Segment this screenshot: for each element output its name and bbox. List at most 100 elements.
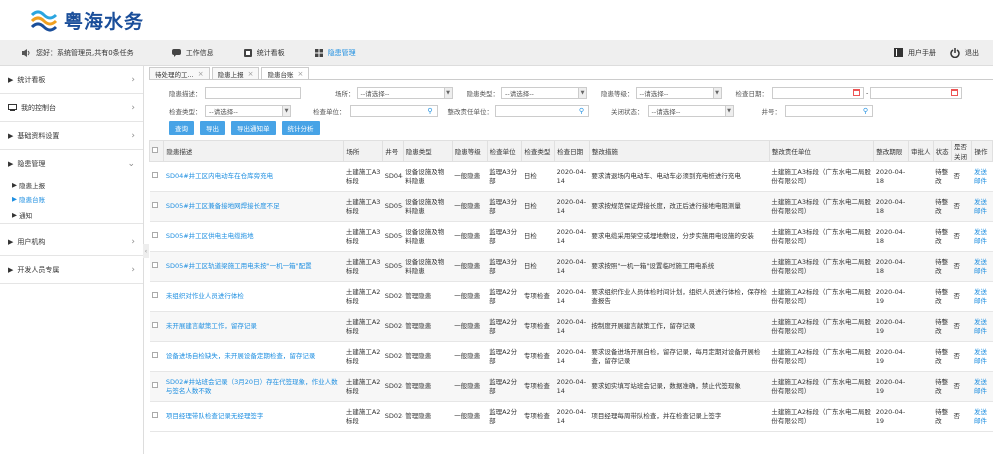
query-button[interactable]: 查询 (169, 121, 194, 135)
check-type-select[interactable]: --请选择-- ▼ (205, 105, 291, 117)
row-select[interactable] (149, 341, 164, 372)
checkbox[interactable] (151, 412, 158, 418)
hazard-desc-link[interactable]: 未开展建言献策工作，留存记录 (163, 311, 344, 342)
close-status-label: 关闭状态： (611, 108, 644, 116)
checkbox[interactable] (151, 292, 158, 298)
table-row[interactable]: SD05#井工区轨道梁施工用电未按"一机一箱"配置土建施工A3标段SD05#设备… (149, 251, 993, 282)
well-input[interactable]: ⚲ (785, 105, 873, 117)
hazard-mgmt-button[interactable]: 隐患管理 (314, 48, 356, 58)
date-end-input[interactable] (870, 87, 963, 99)
table-cell: 2020-04-14 (554, 161, 590, 192)
type-select[interactable]: --请选择-- ▼ (501, 87, 587, 99)
stats-analysis-button[interactable]: 统计分析 (281, 121, 320, 135)
tab-pending[interactable]: 待处理的工... × (149, 67, 210, 79)
search-icon[interactable]: ⚲ (579, 107, 584, 115)
check-unit-input[interactable]: ⚲ (349, 105, 438, 117)
send-mail-link[interactable]: 发送邮件 (971, 311, 993, 342)
calendar-icon[interactable] (951, 89, 959, 96)
row-select[interactable] (149, 161, 164, 192)
row-select[interactable] (149, 311, 164, 342)
hazard-desc-link[interactable]: 设备进场自检缺失，未开展设备定期检查，留存记录 (163, 341, 344, 372)
search-icon[interactable]: ⚲ (427, 107, 432, 115)
select-all-header[interactable] (148, 140, 165, 162)
close-icon[interactable]: × (248, 70, 254, 78)
level-select[interactable]: --请选择-- ▼ (635, 87, 722, 99)
hazard-desc-link[interactable]: 项目经理带队检查记录无经理签字 (163, 401, 344, 432)
stats-board-button[interactable]: 统计看板 (243, 48, 285, 58)
send-mail-link[interactable]: 发送邮件 (971, 161, 993, 192)
tab-hazard-report[interactable]: 隐患上报 × (211, 67, 260, 79)
table-cell: 监理A3分部 (487, 161, 522, 192)
hazard-desc-link[interactable]: SD04#井工区内电动车在仓库旁充电 (163, 161, 344, 192)
sidebar-collapse-button[interactable]: ‹ (143, 244, 149, 258)
send-mail-link[interactable]: 发送邮件 (971, 281, 993, 312)
checkbox[interactable] (151, 382, 158, 388)
table-row[interactable]: 未组织对作业人员进行体检土建施工A2标段SD02#管理隐患一般隐患监理A2分部专… (149, 281, 993, 312)
sidebar-item-dev[interactable]: ▶ 开发人员专属 › (0, 256, 143, 284)
table-row[interactable]: SD02#井站班会记录（3月20日）存在代签现象，作业人数与签名人数不致 土建施工… (149, 371, 993, 402)
table-row[interactable]: SD04#井工区内电动车在仓库旁充电土建施工A3标段SD04#设备设施及物料隐患… (149, 161, 993, 192)
sidebar-subitem-ledger[interactable]: ▶ 隐患台账 (0, 192, 143, 206)
row-select[interactable] (149, 281, 164, 312)
table-row[interactable]: SD05#井工区兼备接地网焊接长度不足土建施工A3标段SD05#设备设施及物料隐… (149, 191, 993, 222)
row-select[interactable] (149, 401, 164, 432)
sidebar-item-console[interactable]: 我的控制台 › (0, 94, 143, 122)
search-icon[interactable]: ⚲ (863, 107, 868, 115)
table-row[interactable]: SD05#井工区供电主电缆拖地土建施工A3标段SD05#设备设施及物料隐患一般隐… (149, 221, 993, 252)
send-mail-link[interactable]: 发送邮件 (971, 251, 993, 282)
sidebar-subitem-report[interactable]: ▶ 隐患上报 (0, 178, 143, 192)
calendar-icon[interactable] (853, 89, 860, 96)
send-mail-link[interactable]: 发送邮件 (971, 341, 993, 372)
send-mail-link[interactable]: 发送邮件 (971, 371, 993, 402)
table-cell: 要求如实填写站班会记录，数据准确，禁止代签现象 (589, 371, 770, 402)
table-cell: 2020-04-18 (873, 191, 909, 222)
checkbox[interactable] (151, 262, 158, 268)
row-select[interactable] (149, 371, 164, 402)
table-cell: 土建施工A3标段 (343, 191, 383, 222)
table-cell: 设备设施及物料隐患 (403, 221, 453, 252)
sidebar-item-base-settings[interactable]: ▶ 基础资料设置 › (0, 122, 143, 150)
row-select[interactable] (149, 251, 164, 282)
main-content: 待处理的工... × 隐患上报 × 隐患台账 × 隐患描述： 场所： --请选择-- ▼… (144, 66, 993, 454)
tab-hazard-ledger[interactable]: 隐患台账 × (261, 67, 310, 79)
checkbox[interactable] (151, 202, 158, 208)
table-row[interactable]: 未开展建言献策工作，留存记录土建施工A2标段SD02#管理隐患一般隐患监理A2分… (149, 311, 993, 342)
close-icon[interactable]: × (297, 70, 303, 78)
hazard-desc-link[interactable]: 未组织对作业人员进行体检 (163, 281, 344, 312)
sidebar-item-stats[interactable]: ▶ 统计看板 › (0, 66, 143, 94)
export-button[interactable]: 导出 (200, 121, 225, 135)
checkbox[interactable] (151, 322, 158, 328)
send-mail-link[interactable]: 发送邮件 (971, 221, 993, 252)
resp-unit-input[interactable]: ⚲ (495, 105, 589, 117)
hazard-desc-link[interactable]: SD05#井工区兼备接地网焊接长度不足 (163, 191, 344, 222)
date-label: 检查日期： (735, 90, 769, 98)
export-notice-button[interactable]: 导出通知单 (231, 121, 276, 135)
send-mail-link[interactable]: 发送邮件 (971, 191, 993, 222)
hazard-desc-link[interactable]: SD05#井工区轨道梁施工用电未按"一机一箱"配置 (163, 251, 344, 282)
table-cell: 待整改 (933, 251, 952, 282)
checkbox[interactable] (151, 352, 158, 358)
send-mail-link[interactable]: 发送邮件 (971, 401, 993, 432)
row-select[interactable] (149, 191, 164, 222)
user-manual-button[interactable]: 用户手册 (894, 48, 936, 58)
table-row[interactable]: 设备进场自检缺失，未开展设备定期检查，留存记录土建施工A2标段SD02#管理隐患… (149, 341, 993, 372)
sidebar-item-users[interactable]: ▶ 用户机构 › (0, 228, 143, 256)
hazard-desc-link[interactable]: SD05#井工区供电主电缆拖地 (163, 221, 344, 252)
sidebar-subitem-notice[interactable]: ▶ 通知 (0, 206, 143, 224)
close-icon[interactable]: × (198, 70, 204, 78)
sidebar-item-hazard[interactable]: ▶ 隐患管理 ⌄ (0, 150, 143, 178)
desc-input[interactable] (205, 87, 301, 99)
table-cell: 土建施工A3标段（广东水电二局股份有限公司） (769, 191, 874, 222)
row-select[interactable] (149, 221, 164, 252)
logout-button[interactable]: 退出 (950, 47, 979, 58)
date-start-input[interactable] (772, 87, 864, 99)
hazard-desc-link[interactable]: SD02#井站班会记录（3月20日）存在代签现象，作业人数与签名人数不致 (163, 371, 344, 402)
checkbox[interactable] (151, 172, 158, 178)
site-select[interactable]: --请选择-- ▼ (356, 87, 453, 99)
table-cell: 否 (951, 311, 972, 342)
table-row[interactable]: 项目经理带队检查记录无经理签字土建施工A2标段SD02#管理隐患一般隐患监理A2… (149, 401, 993, 432)
checkbox[interactable] (152, 147, 158, 153)
close-status-select[interactable]: --请选择-- ▼ (647, 105, 734, 117)
work-info-button[interactable]: 工作信息 (171, 48, 214, 58)
checkbox[interactable] (151, 232, 158, 238)
